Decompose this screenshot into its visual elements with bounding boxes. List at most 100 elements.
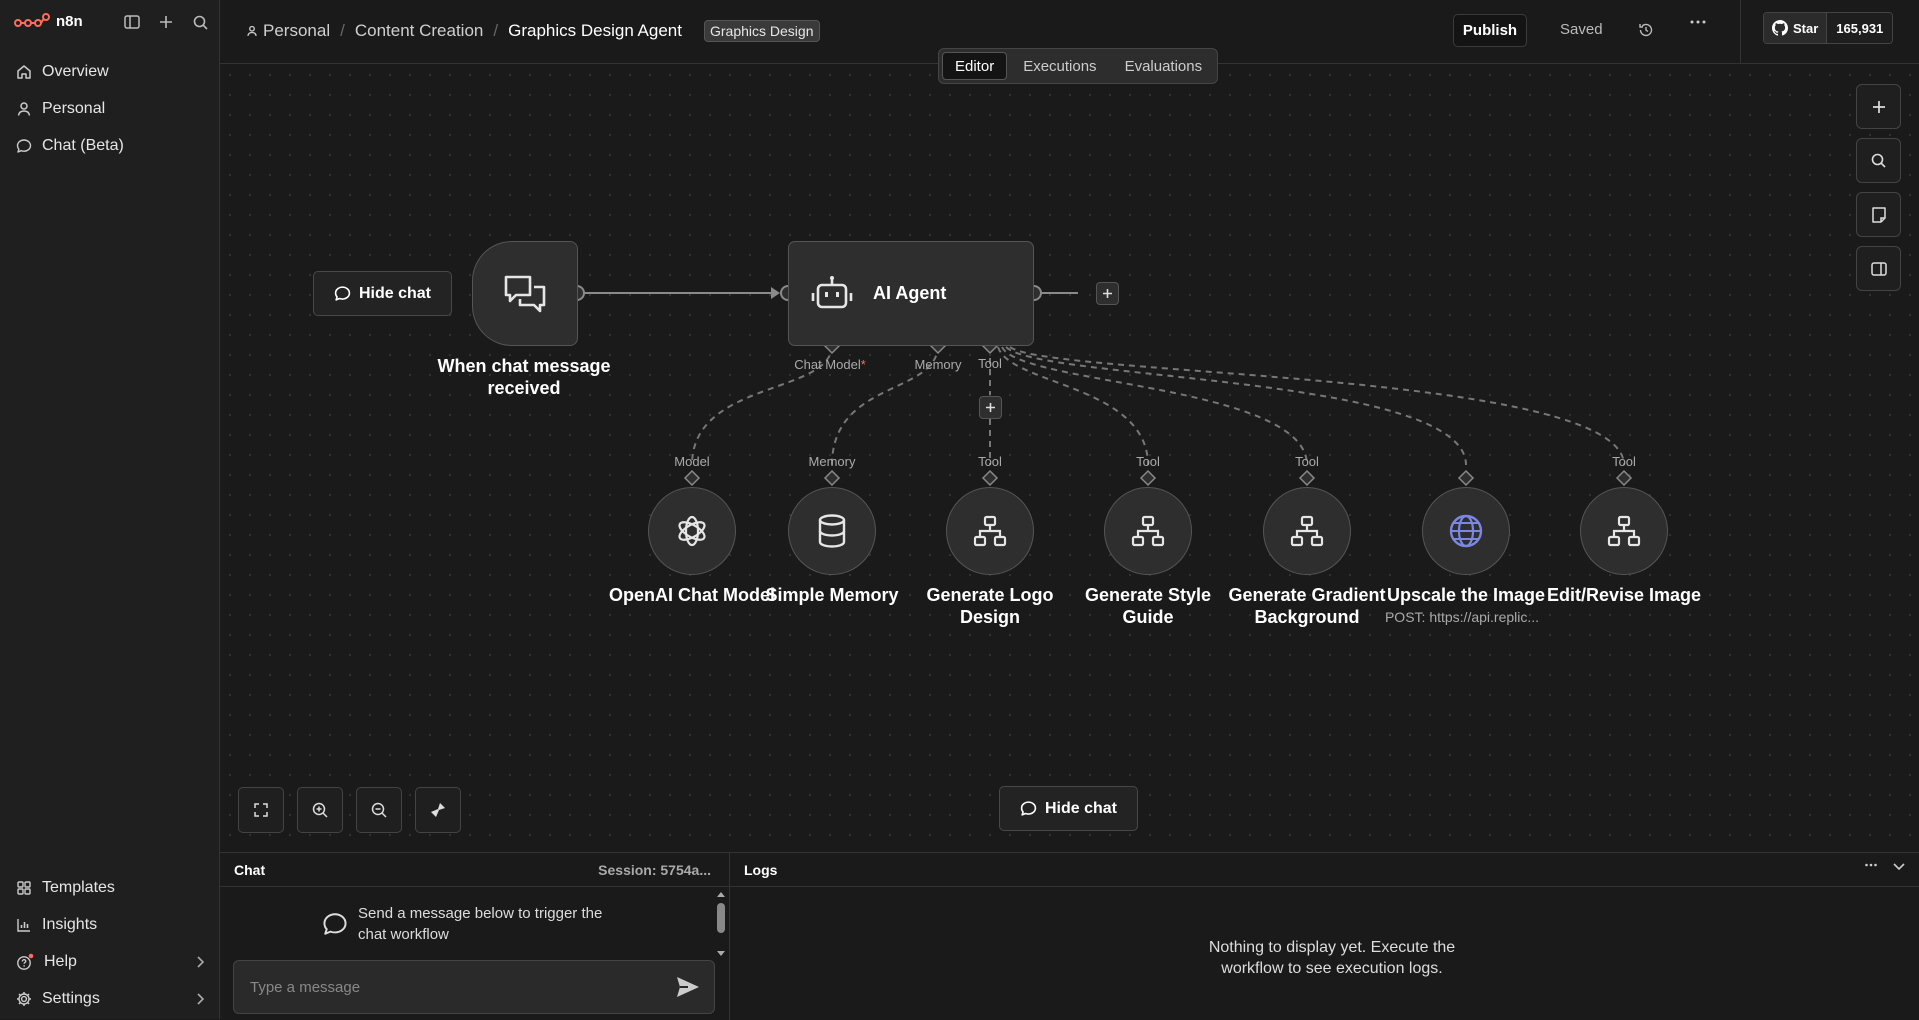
add-sticky-note-button[interactable] [1856, 192, 1901, 237]
github-star-button[interactable]: Star 165,931 [1763, 12, 1894, 44]
chat-scrollbar[interactable] [714, 889, 728, 959]
logo-text: n8n [56, 12, 83, 30]
port-label-tool: Tool [978, 356, 1002, 371]
subnode-port-label: Tool [1136, 454, 1160, 469]
sticky-note-icon [1871, 206, 1886, 223]
toggle-panel-button[interactable] [1856, 246, 1901, 291]
hide-chat-toggle-button[interactable]: Hide chat [999, 786, 1138, 831]
globe-icon [1449, 514, 1483, 548]
sidebar-item-insights[interactable]: Insights [0, 906, 220, 943]
search-icon[interactable] [190, 12, 210, 32]
breadcrumb: Personal / Content Creation / Graphics D… [246, 20, 820, 42]
panel-icon [1870, 261, 1887, 276]
node-label-edit-revise: Edit/Revise Image [1546, 585, 1702, 605]
node-label-memory: Simple Memory [765, 585, 899, 605]
workflow-icon [1131, 515, 1165, 547]
sidebar-item-overview[interactable]: Overview [0, 53, 220, 90]
chat-icon [334, 286, 351, 301]
fit-view-button[interactable] [238, 787, 284, 833]
logs-panel: Logs Nothing to display yet. Execute the… [730, 853, 1919, 1020]
plus-icon [986, 403, 995, 412]
templates-icon [17, 880, 31, 895]
sidebar-item-personal[interactable]: Personal [0, 90, 220, 127]
github-star-label: Star [1793, 20, 1819, 36]
port-label-memory: Memory [914, 357, 962, 372]
node-upscale-the-image[interactable] [1422, 487, 1510, 575]
workflow-name[interactable]: Graphics Design Agent [508, 21, 682, 41]
plus-icon [1872, 100, 1885, 113]
hide-chat-label: Hide chat [1044, 799, 1117, 817]
node-edit-revise-image[interactable] [1580, 487, 1668, 575]
subnode-port-label: Tool [1295, 454, 1319, 469]
sidebar-item-templates[interactable]: Templates [0, 869, 220, 906]
github-icon [1772, 20, 1788, 36]
header-divider [1740, 0, 1741, 64]
subnode-port-label: Memory [808, 454, 856, 469]
workflow-icon [973, 515, 1007, 547]
hide-chat-button[interactable]: Hide chat [313, 271, 452, 316]
zoom-out-button[interactable] [356, 787, 402, 833]
tidy-up-button[interactable] [415, 787, 461, 833]
chat-empty-state: Send a message below to trigger the chat… [322, 903, 618, 945]
tab-editor[interactable]: Editor [942, 52, 1008, 80]
logs-panel-title: Logs [744, 861, 778, 878]
tab-evaluations[interactable]: Evaluations [1113, 52, 1215, 80]
node-ai-agent[interactable]: AI Agent [788, 241, 1034, 346]
tab-executions[interactable]: Executions [1011, 52, 1108, 80]
node-generate-gradient-background[interactable] [1263, 487, 1351, 575]
node-generate-style-guide[interactable] [1104, 487, 1192, 575]
add-node-button[interactable] [1856, 84, 1901, 129]
view-tabs: Editor Executions Evaluations [938, 48, 1219, 84]
logs-empty-text: Nothing to display yet. Execute the work… [1208, 939, 1456, 977]
home-icon [17, 64, 31, 79]
plus-icon[interactable] [156, 12, 176, 32]
sidebar-item-label: Overview [42, 62, 109, 80]
add-tool-button[interactable] [979, 396, 1002, 419]
search-icon [1871, 153, 1886, 168]
node-openai-chat-model[interactable] [648, 487, 736, 575]
chat-message-input[interactable] [248, 977, 676, 997]
node-label-logo: Generate Logo Design [926, 585, 1054, 627]
bottom-panel: Chat Session: 5754a... Send a message be… [220, 852, 1919, 1020]
user-icon [17, 101, 31, 116]
chat-panel-title: Chat [234, 861, 266, 878]
chevron-right-icon [196, 955, 204, 968]
sidebar-item-chat[interactable]: Chat (Beta) [0, 127, 220, 164]
fit-view-icon [254, 803, 268, 817]
chart-icon [17, 918, 30, 932]
sidebar-item-settings[interactable]: Settings [0, 980, 220, 1017]
hide-chat-label: Hide chat [358, 284, 431, 302]
node-generate-logo-design[interactable] [946, 487, 1034, 575]
node-label-upscale: Upscale the Image [1386, 585, 1546, 605]
sidebar-item-help[interactable]: Help [0, 943, 220, 980]
breadcrumb-personal[interactable]: Personal [263, 21, 330, 41]
more-options-icon[interactable] [1690, 20, 1706, 24]
port-label-text: Chat Model [794, 357, 861, 372]
toggle-sidebar-icon[interactable] [122, 12, 142, 32]
chevron-down-icon[interactable] [1893, 863, 1905, 871]
more-options-icon[interactable] [1865, 863, 1877, 871]
sidebar-item-label: Personal [42, 99, 106, 117]
workflow-icon [1607, 515, 1641, 547]
chat-bubbles-icon [504, 275, 546, 312]
sidebar-item-label: Help [44, 952, 77, 970]
node-chat-trigger[interactable] [472, 241, 578, 346]
breadcrumb-folder[interactable]: Content Creation [355, 21, 484, 41]
logo[interactable]: n8n [14, 12, 83, 30]
sidebar: n8n Overview Personal Chat (Beta) Templa… [0, 0, 220, 1019]
canvas-search-button[interactable] [1856, 138, 1901, 183]
send-icon[interactable] [676, 976, 700, 998]
workflow-tag[interactable]: Graphics Design [704, 20, 820, 42]
node-simple-memory[interactable] [788, 487, 876, 575]
node-label-ai-agent: AI Agent [873, 283, 947, 303]
publish-button[interactable]: Publish [1453, 14, 1527, 47]
add-node-after-agent-button[interactable] [1096, 282, 1119, 305]
zoom-in-button[interactable] [297, 787, 343, 833]
session-id[interactable]: Session: 5754a... [598, 862, 711, 878]
broom-icon [431, 803, 445, 817]
zoom-in-icon [312, 802, 328, 818]
robot-icon [811, 275, 853, 308]
help-icon [17, 953, 34, 970]
history-icon[interactable] [1638, 22, 1654, 38]
workflow-canvas[interactable]: Hide chat When chat message received AI … [220, 65, 1919, 852]
